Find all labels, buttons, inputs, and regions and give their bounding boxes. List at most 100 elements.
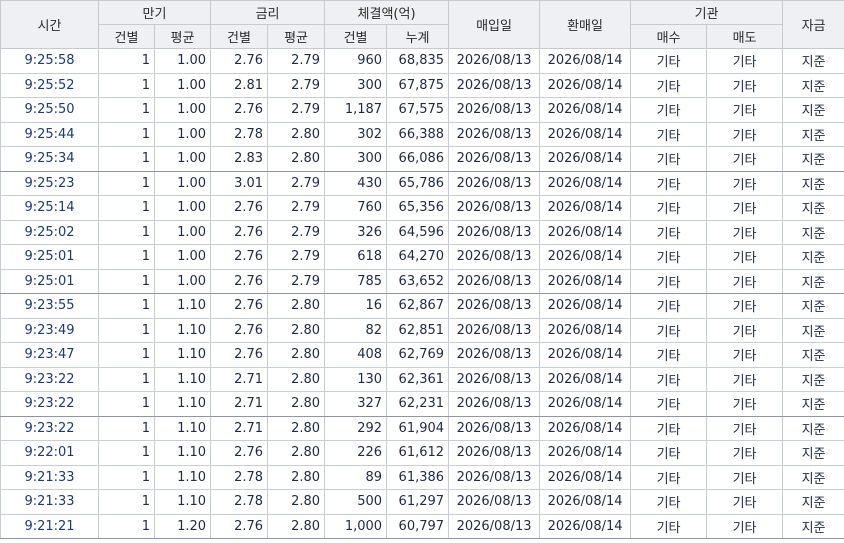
cell-time: 9:25:23 bbox=[0, 170, 99, 196]
cell-seller: 기타 bbox=[706, 342, 784, 368]
table-row[interactable]: 9:21:21 1 1.20 2.76 2.80 1,000 60,797 2026/08/1… bbox=[0, 513, 844, 539]
cell-sell-date: 2026/08/14 bbox=[539, 146, 632, 172]
cell-time: 9:23:55 bbox=[0, 293, 99, 319]
cell-maturity-count: 1 bbox=[98, 489, 155, 515]
cell-sell-date: 2026/08/14 bbox=[539, 72, 632, 98]
cell-sell-date: 2026/08/14 bbox=[539, 48, 632, 74]
table-row[interactable]: 9:23:22 1 1.10 2.71 2.80 327 62,231 2026/08/13 2… bbox=[0, 391, 844, 417]
cell-buy-date: 2026/08/13 bbox=[448, 415, 541, 441]
header-amount-cumulative[interactable]: 누계 bbox=[386, 24, 450, 49]
header-amount: 체결액(억) bbox=[324, 0, 450, 25]
cell-time: 9:21:33 bbox=[0, 464, 99, 490]
cell-buy-date: 2026/08/13 bbox=[448, 170, 541, 196]
cell-rate-count: 3.01 bbox=[210, 170, 269, 196]
table-row[interactable]: 9:23:49 1 1.10 2.76 2.80 82 62,851 2026/08/13 20… bbox=[0, 317, 844, 343]
cell-rate-avg: 2.79 bbox=[267, 72, 326, 98]
cell-time: 9:25:44 bbox=[0, 121, 99, 147]
cell-rate-avg: 2.79 bbox=[267, 97, 326, 123]
cell-seller: 기타 bbox=[706, 170, 784, 196]
cell-sell-date: 2026/08/14 bbox=[539, 219, 632, 245]
cell-seller: 기타 bbox=[706, 489, 784, 515]
cell-buy-date: 2026/08/13 bbox=[448, 146, 541, 172]
table-row[interactable]: 9:23:55 1 1.10 2.76 2.80 16 62,867 2026/08/13 20… bbox=[0, 293, 844, 319]
cell-fund: 지준 bbox=[782, 366, 844, 392]
table-row[interactable]: 9:21:33 1 1.10 2.78 2.80 89 61,386 2026/08/13 20… bbox=[0, 464, 844, 490]
table-row[interactable]: 9:23:22 1 1.10 2.71 2.80 292 61,904 2026/08/13 2… bbox=[0, 415, 844, 441]
cell-buyer: 기타 bbox=[630, 342, 708, 368]
cell-sell-date: 2026/08/14 bbox=[539, 489, 632, 515]
cell-seller: 기타 bbox=[706, 391, 784, 417]
cell-rate-count: 2.78 bbox=[210, 121, 269, 147]
table-row[interactable]: 9:25:02 1 1.00 2.76 2.79 326 64,596 2026/08/13 2… bbox=[0, 219, 844, 245]
cell-buy-date: 2026/08/13 bbox=[448, 219, 541, 245]
table-row[interactable]: 9:25:50 1 1.00 2.76 2.79 1,187 67,575 2026/08/1… bbox=[0, 97, 844, 123]
cell-amount-cumulative: 62,851 bbox=[386, 317, 450, 343]
cell-maturity-count: 1 bbox=[98, 195, 155, 221]
table-row[interactable]: 9:25:01 1 1.00 2.76 2.79 618 64,270 2026/08/13 2… bbox=[0, 244, 844, 270]
cell-fund: 지준 bbox=[782, 72, 844, 98]
table-row[interactable]: 9:25:58 1 1.00 2.76 2.79 960 68,835 2026/08/13 2… bbox=[0, 48, 844, 74]
cell-amount-cumulative: 66,086 bbox=[386, 146, 450, 172]
table-row[interactable]: 9:25:34 1 1.00 2.83 2.80 300 66,086 2026/08/13 2… bbox=[0, 146, 844, 172]
cell-rate-count: 2.78 bbox=[210, 464, 269, 490]
table-row[interactable]: 9:25:01 1 1.00 2.76 2.79 785 63,652 2026/08/13 2… bbox=[0, 268, 844, 294]
cell-maturity-count: 1 bbox=[98, 121, 155, 147]
header-sell-date[interactable]: 환매일 bbox=[539, 0, 632, 49]
header-amount-count[interactable]: 건별 bbox=[324, 24, 388, 49]
cell-maturity-count: 1 bbox=[98, 146, 155, 172]
table-row[interactable]: 9:25:44 1 1.00 2.78 2.80 302 66,388 2026/08/13 2… bbox=[0, 121, 844, 147]
header-maturity-avg[interactable]: 평균 bbox=[153, 24, 212, 49]
header-buy-date[interactable]: 매입일 bbox=[448, 0, 541, 49]
header-rate-count[interactable]: 건별 bbox=[210, 24, 269, 49]
header-time[interactable]: 시간 bbox=[0, 0, 99, 49]
header-maturity-count[interactable]: 건별 bbox=[98, 24, 155, 49]
cell-rate-count: 2.81 bbox=[210, 72, 269, 98]
cell-time: 9:25:01 bbox=[0, 268, 99, 294]
cell-time: 9:25:50 bbox=[0, 97, 99, 123]
cell-rate-count: 2.76 bbox=[210, 97, 269, 123]
cell-amount-count: 1,187 bbox=[324, 97, 388, 123]
cell-rate-count: 2.76 bbox=[210, 195, 269, 221]
cell-maturity-avg: 1.00 bbox=[153, 268, 212, 294]
cell-buyer: 기타 bbox=[630, 195, 708, 221]
cell-fund: 지준 bbox=[782, 219, 844, 245]
cell-rate-avg: 2.80 bbox=[267, 391, 326, 417]
cell-rate-count: 2.78 bbox=[210, 489, 269, 515]
cell-maturity-avg: 1.00 bbox=[153, 195, 212, 221]
table-row[interactable]: 9:21:33 1 1.10 2.78 2.80 500 61,297 2026/08/13 2… bbox=[0, 489, 844, 515]
cell-seller: 기타 bbox=[706, 415, 784, 441]
cell-fund: 지준 bbox=[782, 195, 844, 221]
table-row[interactable]: 9:23:47 1 1.10 2.76 2.80 408 62,769 2026/08/13 2… bbox=[0, 342, 844, 368]
cell-buy-date: 2026/08/13 bbox=[448, 464, 541, 490]
header-institution: 기관 bbox=[630, 0, 784, 25]
table-row[interactable]: 9:22:01 1 1.10 2.76 2.80 226 61,612 2026/08/13 2… bbox=[0, 440, 844, 466]
header-buyer[interactable]: 매수 bbox=[630, 24, 708, 49]
table-row[interactable]: 9:25:52 1 1.00 2.81 2.79 300 67,875 2026/08/13 2… bbox=[0, 72, 844, 98]
cell-buyer: 기타 bbox=[630, 415, 708, 441]
table-row[interactable]: 9:23:22 1 1.10 2.71 2.80 130 62,361 2026/08/13 2… bbox=[0, 366, 844, 392]
cell-buy-date: 2026/08/13 bbox=[448, 293, 541, 319]
header-fund[interactable]: 자금 bbox=[782, 0, 844, 49]
header-seller[interactable]: 매도 bbox=[706, 24, 784, 49]
cell-maturity-avg: 1.00 bbox=[153, 97, 212, 123]
trade-table: 시간 만기 금리 체결액(억) 매입일 환매일 기관 자금 건별 평균 건별 평… bbox=[0, 0, 844, 539]
cell-buyer: 기타 bbox=[630, 317, 708, 343]
cell-buyer: 기타 bbox=[630, 219, 708, 245]
cell-buy-date: 2026/08/13 bbox=[448, 121, 541, 147]
cell-buy-date: 2026/08/13 bbox=[448, 342, 541, 368]
cell-fund: 지준 bbox=[782, 268, 844, 294]
table-row[interactable]: 9:25:14 1 1.00 2.76 2.79 760 65,356 2026/08/13 2… bbox=[0, 195, 844, 221]
cell-amount-count: 226 bbox=[324, 440, 388, 466]
cell-buyer: 기타 bbox=[630, 293, 708, 319]
table-row[interactable]: 9:25:23 1 1.00 3.01 2.79 430 65,786 2026/08/13 2… bbox=[0, 170, 844, 196]
cell-maturity-avg: 1.10 bbox=[153, 391, 212, 417]
cell-maturity-count: 1 bbox=[98, 342, 155, 368]
cell-rate-count: 2.76 bbox=[210, 48, 269, 74]
cell-maturity-count: 1 bbox=[98, 97, 155, 123]
cell-time: 9:23:49 bbox=[0, 317, 99, 343]
cell-maturity-avg: 1.00 bbox=[153, 146, 212, 172]
cell-rate-count: 2.76 bbox=[210, 317, 269, 343]
cell-maturity-avg: 1.00 bbox=[153, 219, 212, 245]
cell-buy-date: 2026/08/13 bbox=[448, 440, 541, 466]
header-rate-avg[interactable]: 평균 bbox=[267, 24, 326, 49]
